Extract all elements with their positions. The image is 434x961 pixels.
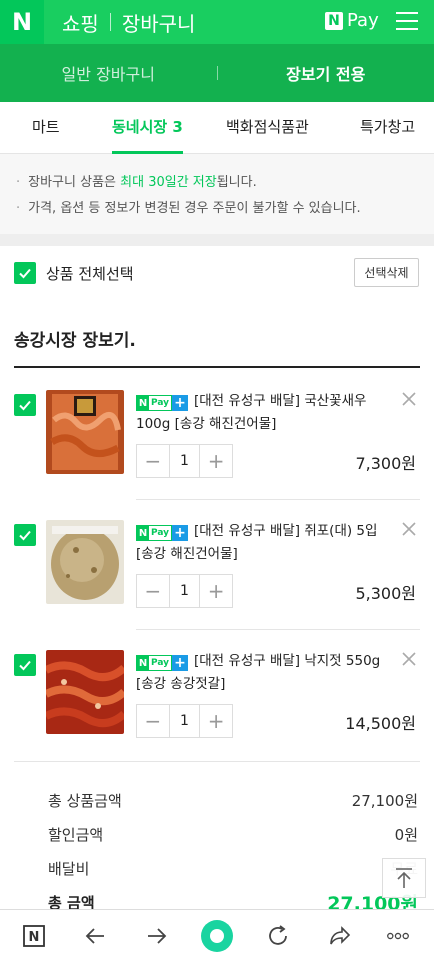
close-icon[interactable]	[400, 650, 418, 668]
tab-special-warehouse[interactable]: 특가창고	[360, 102, 415, 154]
tab-mart[interactable]: 마트	[32, 102, 60, 154]
decrease-button[interactable]: −	[137, 575, 169, 607]
arrow-up-icon	[396, 868, 412, 888]
forward-arrow-icon[interactable]	[144, 924, 168, 948]
product-name[interactable]: [대전 유성구 배달] 쥐포(대) 5입 [송강 해진건어물]	[136, 520, 394, 566]
section-divider	[0, 234, 434, 246]
discount-row: 할인금액 0원	[48, 824, 418, 845]
notice-line-storage: 장바구니 상품은 최대 30일간 저장됩니다.	[16, 170, 418, 196]
select-all-checkbox[interactable]	[14, 262, 36, 284]
naver-tab-icon[interactable]: N	[22, 924, 46, 948]
back-arrow-icon[interactable]	[84, 924, 108, 948]
quantity-value: 1	[168, 705, 201, 737]
increase-button[interactable]: +	[200, 705, 232, 737]
market-tabs: 마트 동네시장 3 백화점식품관 특가창고	[0, 102, 434, 154]
summary-divider	[14, 761, 420, 762]
discount-label: 할인금액	[48, 826, 104, 844]
shipping-label: 배달비	[48, 860, 90, 878]
delete-selected-button[interactable]: 선택삭제	[354, 258, 419, 287]
more-options-icon[interactable]	[386, 924, 414, 948]
share-icon[interactable]	[328, 924, 352, 948]
store-title: 송강시장 장보기.	[14, 331, 136, 351]
tab-local-market[interactable]: 동네시장 3	[112, 102, 183, 154]
item-checkbox[interactable]	[14, 524, 36, 546]
hamburger-menu-icon[interactable]	[396, 12, 418, 30]
npay-label: Pay	[347, 10, 379, 31]
svg-text:N: N	[29, 930, 40, 945]
naver-logo[interactable]: N	[0, 0, 44, 44]
shipping-row: 배달비 무료	[48, 858, 418, 879]
tab-grocery-cart[interactable]: 장보기 전용	[218, 61, 434, 85]
product-image-octopus[interactable]	[46, 650, 124, 734]
item-price: 7,300원	[355, 454, 416, 473]
select-all-label[interactable]: 상품 전체선택	[46, 263, 134, 284]
notice-line-change: 가격, 옵션 등 정보가 변경된 경우 주문이 불가할 수 있습니다.	[16, 196, 418, 222]
product-name[interactable]: [대전 유성구 배달] 국산꽃새우 100g [송강 해진건어물]	[136, 390, 394, 436]
quantity-stepper: − 1 +	[136, 704, 233, 738]
shopping-title[interactable]: 쇼핑	[62, 8, 99, 37]
item-checkbox[interactable]	[14, 394, 36, 416]
item-checkbox[interactable]	[14, 654, 36, 676]
store-title-underline	[14, 366, 420, 368]
green-dot-home-icon[interactable]	[201, 920, 233, 952]
cart-item: N Pay + [대전 유성구 배달] 낙지젓 550g [송강 송강젓갈] − …	[0, 630, 434, 760]
quantity-stepper: − 1 +	[136, 444, 233, 478]
increase-button[interactable]: +	[200, 575, 232, 607]
tab-department-food[interactable]: 백화점식품관	[226, 102, 309, 154]
browser-bottom-bar: N	[0, 909, 434, 961]
increase-button[interactable]: +	[200, 445, 232, 477]
tab-general-cart[interactable]: 일반 장바구니	[0, 61, 217, 85]
item-price: 14,500원	[345, 714, 416, 733]
cart-item: N Pay + [대전 유성구 배달] 쥐포(대) 5입 [송강 해진건어물] −…	[0, 500, 434, 630]
cart-notice: 장바구니 상품은 최대 30일간 저장됩니다. 가격, 옵션 등 정보가 변경된…	[0, 154, 434, 234]
close-icon[interactable]	[400, 520, 418, 538]
product-image-shrimp[interactable]	[46, 390, 124, 474]
quantity-value: 1	[168, 445, 201, 477]
refresh-icon[interactable]	[266, 924, 290, 948]
quantity-stepper: − 1 +	[136, 574, 233, 608]
npay-link[interactable]: N Pay	[325, 10, 379, 31]
cart-item: N Pay + [대전 유성구 배달] 국산꽃새우 100g [송강 해진건어물]…	[0, 370, 434, 500]
top-header: N 쇼핑 장바구니 N Pay	[0, 0, 434, 44]
subtotal-row: 총 상품금액 27,100원	[48, 790, 418, 811]
title-divider	[109, 13, 111, 31]
scroll-top-button[interactable]	[382, 858, 426, 898]
decrease-button[interactable]: −	[137, 445, 169, 477]
npay-n-icon: N	[325, 11, 343, 30]
item-price: 5,300원	[355, 584, 416, 603]
discount-value: 0원	[394, 826, 418, 844]
quantity-value: 1	[168, 575, 201, 607]
decrease-button[interactable]: −	[137, 705, 169, 737]
close-icon[interactable]	[400, 390, 418, 408]
subtotal-value: 27,100원	[351, 792, 418, 810]
cart-title: 장바구니	[121, 11, 196, 36]
subtotal-label: 총 상품금액	[48, 792, 122, 810]
notice-highlight: 최대 30일간 저장	[120, 175, 217, 190]
product-image-jwipo[interactable]	[46, 520, 124, 604]
product-name[interactable]: [대전 유성구 배달] 낙지젓 550g [송강 송강젓갈]	[136, 650, 394, 696]
cart-type-tabs: 일반 장바구니 장보기 전용	[0, 44, 434, 102]
